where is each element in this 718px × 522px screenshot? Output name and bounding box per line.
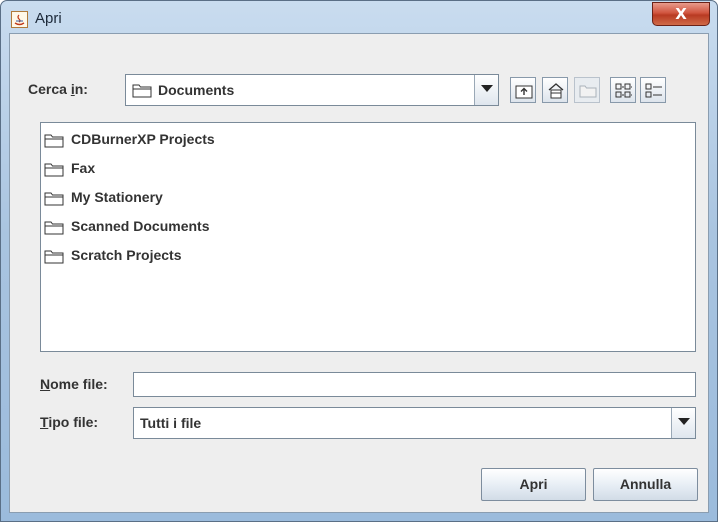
- file-name-input[interactable]: [133, 372, 696, 397]
- file-type-value: Tutti i file: [140, 415, 202, 431]
- file-name-label-mnemonic: N: [40, 376, 51, 392]
- file-type-combo[interactable]: Tutti i file: [133, 407, 696, 439]
- list-item-label: Fax: [71, 160, 96, 176]
- look-in-label-pre: Cerca: [28, 81, 71, 97]
- dialog-content: Cerca in: Documents CDBurnerXP Projects …: [9, 33, 709, 513]
- details-view-icon: [645, 83, 662, 98]
- up-folder-icon: [515, 85, 533, 99]
- file-name-label: Nome file:: [40, 376, 108, 392]
- new-folder-icon: [579, 85, 597, 98]
- file-type-dropdown-arrow[interactable]: [671, 408, 695, 438]
- new-folder-button[interactable]: [574, 77, 600, 103]
- open-dialog-window: Apri X Cerca in: Documents CDBurnerXP Pr…: [0, 0, 718, 522]
- folder-icon: [44, 134, 64, 148]
- folder-icon: [44, 163, 64, 177]
- look-in-label: Cerca in:: [28, 81, 88, 97]
- look-in-label-post: n:: [74, 81, 88, 97]
- details-view-button[interactable]: [640, 77, 666, 103]
- folder-icon: [44, 192, 64, 206]
- list-view-icon: [615, 83, 632, 98]
- look-in-value: Documents: [158, 82, 235, 98]
- file-type-label-rest: ipo file:: [48, 414, 99, 430]
- look-in-dropdown-arrow[interactable]: [474, 75, 498, 105]
- file-list[interactable]: CDBurnerXP Projects Fax My Stationery Sc…: [40, 122, 696, 352]
- list-view-button[interactable]: [610, 77, 636, 103]
- list-item-label: Scratch Projects: [71, 247, 182, 263]
- close-button[interactable]: X: [652, 2, 710, 26]
- close-icon: X: [675, 5, 687, 23]
- cancel-button[interactable]: Annulla: [593, 468, 698, 501]
- list-item-label: Scanned Documents: [71, 218, 210, 234]
- window-title: Apri: [35, 10, 62, 27]
- list-item-label: CDBurnerXP Projects: [71, 131, 215, 147]
- up-folder-button[interactable]: [510, 77, 536, 103]
- folder-icon: [44, 250, 64, 264]
- list-item-label: My Stationery: [71, 189, 163, 205]
- file-type-label: Tipo file:: [40, 414, 98, 430]
- file-name-label-rest: ome file:: [50, 376, 108, 392]
- home-button[interactable]: [542, 77, 568, 103]
- java-icon: [11, 11, 28, 28]
- folder-icon: [44, 221, 64, 235]
- open-button[interactable]: Apri: [481, 468, 586, 501]
- look-in-combo[interactable]: Documents: [125, 74, 499, 106]
- folder-icon: [132, 84, 152, 98]
- home-icon: [548, 83, 564, 99]
